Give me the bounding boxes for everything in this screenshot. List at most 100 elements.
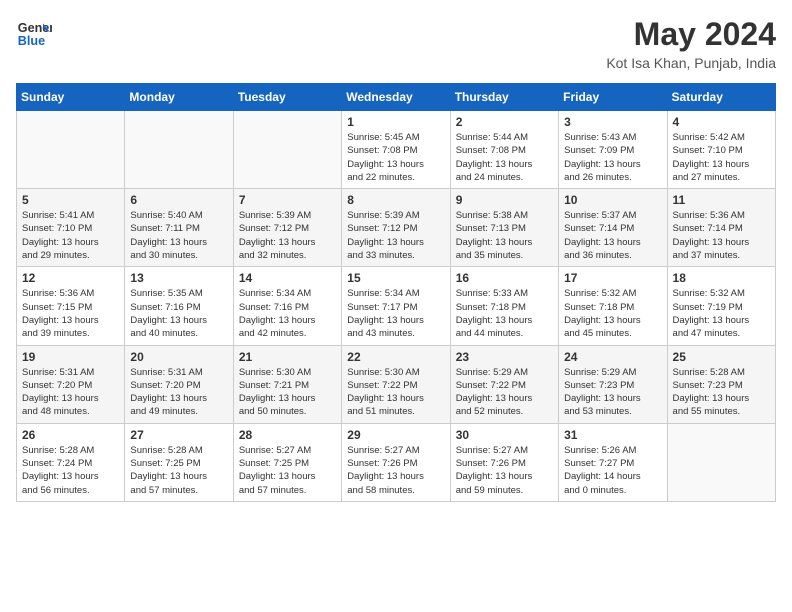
weekday-header: Monday: [125, 84, 233, 111]
day-number: 3: [564, 115, 661, 129]
day-info: Sunrise: 5:45 AM Sunset: 7:08 PM Dayligh…: [347, 131, 444, 184]
day-number: 18: [673, 271, 770, 285]
day-number: 20: [130, 350, 227, 364]
day-info: Sunrise: 5:34 AM Sunset: 7:17 PM Dayligh…: [347, 287, 444, 340]
day-number: 1: [347, 115, 444, 129]
day-cell: 27Sunrise: 5:28 AM Sunset: 7:25 PM Dayli…: [125, 423, 233, 501]
day-info: Sunrise: 5:32 AM Sunset: 7:18 PM Dayligh…: [564, 287, 661, 340]
day-cell: 25Sunrise: 5:28 AM Sunset: 7:23 PM Dayli…: [667, 345, 775, 423]
day-info: Sunrise: 5:31 AM Sunset: 7:20 PM Dayligh…: [22, 366, 119, 419]
weekday-header: Tuesday: [233, 84, 341, 111]
weekday-header-row: SundayMondayTuesdayWednesdayThursdayFrid…: [17, 84, 776, 111]
day-cell: 13 Sunrise: 5:35 AM Sunset: 7:16 PM Dayli…: [125, 267, 233, 345]
day-cell: 1 Sunrise: 5:45 AM Sunset: 7:08 PM Daylig…: [342, 111, 450, 189]
day-number: 10: [564, 193, 661, 207]
month-title: May 2024: [606, 16, 776, 53]
day-info: Sunrise: 5:28 AM Sunset: 7:23 PM Dayligh…: [673, 366, 770, 419]
day-cell: 14 Sunrise: 5:34 AM Sunset: 7:16 PM Dayli…: [233, 267, 341, 345]
day-info: Sunrise: 5:28 AM Sunset: 7:24 PM Dayligh…: [22, 444, 119, 497]
day-cell: 29Sunrise: 5:27 AM Sunset: 7:26 PM Dayli…: [342, 423, 450, 501]
day-cell: 16 Sunrise: 5:33 AM Sunset: 7:18 PM Dayli…: [450, 267, 558, 345]
day-cell: 6 Sunrise: 5:40 AM Sunset: 7:11 PM Daylig…: [125, 189, 233, 267]
day-number: 26: [22, 428, 119, 442]
day-cell: 22 Sunrise: 5:30 AM Sunset: 7:22 PM Dayli…: [342, 345, 450, 423]
day-number: 30: [456, 428, 553, 442]
day-number: 31: [564, 428, 661, 442]
logo-icon: General Blue: [16, 16, 52, 52]
header: General Blue May 2024 Kot Isa Khan, Punj…: [16, 16, 776, 71]
week-row: 1 Sunrise: 5:45 AM Sunset: 7:08 PM Daylig…: [17, 111, 776, 189]
day-info: Sunrise: 5:35 AM Sunset: 7:16 PM Dayligh…: [130, 287, 227, 340]
day-info: Sunrise: 5:30 AM Sunset: 7:21 PM Dayligh…: [239, 366, 336, 419]
day-info: Sunrise: 5:37 AM Sunset: 7:14 PM Dayligh…: [564, 209, 661, 262]
day-cell: 21Sunrise: 5:30 AM Sunset: 7:21 PM Dayli…: [233, 345, 341, 423]
day-info: Sunrise: 5:41 AM Sunset: 7:10 PM Dayligh…: [22, 209, 119, 262]
logo: General Blue: [16, 16, 52, 52]
day-cell: 19 Sunrise: 5:31 AM Sunset: 7:20 PM Dayli…: [17, 345, 125, 423]
day-number: 22: [347, 350, 444, 364]
week-row: 5 Sunrise: 5:41 AM Sunset: 7:10 PM Daylig…: [17, 189, 776, 267]
day-cell: 9Sunrise: 5:38 AM Sunset: 7:13 PM Daylig…: [450, 189, 558, 267]
day-number: 12: [22, 271, 119, 285]
day-cell: 7 Sunrise: 5:39 AM Sunset: 7:12 PM Daylig…: [233, 189, 341, 267]
calendar: SundayMondayTuesdayWednesdayThursdayFrid…: [16, 83, 776, 502]
day-number: 11: [673, 193, 770, 207]
day-info: Sunrise: 5:34 AM Sunset: 7:16 PM Dayligh…: [239, 287, 336, 340]
day-cell: [17, 111, 125, 189]
day-info: Sunrise: 5:31 AM Sunset: 7:20 PM Dayligh…: [130, 366, 227, 419]
day-cell: 10 Sunrise: 5:37 AM Sunset: 7:14 PM Dayli…: [559, 189, 667, 267]
day-cell: 17Sunrise: 5:32 AM Sunset: 7:18 PM Dayli…: [559, 267, 667, 345]
day-info: Sunrise: 5:42 AM Sunset: 7:10 PM Dayligh…: [673, 131, 770, 184]
day-info: Sunrise: 5:36 AM Sunset: 7:14 PM Dayligh…: [673, 209, 770, 262]
day-cell: 28Sunrise: 5:27 AM Sunset: 7:25 PM Dayli…: [233, 423, 341, 501]
week-row: 12Sunrise: 5:36 AM Sunset: 7:15 PM Dayli…: [17, 267, 776, 345]
day-info: Sunrise: 5:29 AM Sunset: 7:23 PM Dayligh…: [564, 366, 661, 419]
day-info: Sunrise: 5:29 AM Sunset: 7:22 PM Dayligh…: [456, 366, 553, 419]
day-number: 19: [22, 350, 119, 364]
day-cell: 20 Sunrise: 5:31 AM Sunset: 7:20 PM Dayli…: [125, 345, 233, 423]
day-number: 5: [22, 193, 119, 207]
day-cell: 5 Sunrise: 5:41 AM Sunset: 7:10 PM Daylig…: [17, 189, 125, 267]
day-info: Sunrise: 5:33 AM Sunset: 7:18 PM Dayligh…: [456, 287, 553, 340]
day-cell: 31Sunrise: 5:26 AM Sunset: 7:27 PM Dayli…: [559, 423, 667, 501]
day-number: 24: [564, 350, 661, 364]
title-area: May 2024 Kot Isa Khan, Punjab, India: [606, 16, 776, 71]
day-cell: 30 Sunrise: 5:27 AM Sunset: 7:26 PM Dayli…: [450, 423, 558, 501]
day-number: 2: [456, 115, 553, 129]
day-number: 6: [130, 193, 227, 207]
svg-text:Blue: Blue: [18, 34, 45, 48]
day-cell: 11 Sunrise: 5:36 AM Sunset: 7:14 PM Dayli…: [667, 189, 775, 267]
day-info: Sunrise: 5:43 AM Sunset: 7:09 PM Dayligh…: [564, 131, 661, 184]
week-row: 26 Sunrise: 5:28 AM Sunset: 7:24 PM Dayli…: [17, 423, 776, 501]
day-info: Sunrise: 5:30 AM Sunset: 7:22 PM Dayligh…: [347, 366, 444, 419]
day-number: 16: [456, 271, 553, 285]
day-cell: 3 Sunrise: 5:43 AM Sunset: 7:09 PM Daylig…: [559, 111, 667, 189]
day-cell: [233, 111, 341, 189]
day-info: Sunrise: 5:27 AM Sunset: 7:26 PM Dayligh…: [456, 444, 553, 497]
location: Kot Isa Khan, Punjab, India: [606, 55, 776, 71]
day-info: Sunrise: 5:40 AM Sunset: 7:11 PM Dayligh…: [130, 209, 227, 262]
day-number: 15: [347, 271, 444, 285]
day-cell: 18 Sunrise: 5:32 AM Sunset: 7:19 PM Dayli…: [667, 267, 775, 345]
day-cell: 8Sunrise: 5:39 AM Sunset: 7:12 PM Daylig…: [342, 189, 450, 267]
day-number: 9: [456, 193, 553, 207]
day-cell: 2 Sunrise: 5:44 AM Sunset: 7:08 PM Daylig…: [450, 111, 558, 189]
day-cell: 24 Sunrise: 5:29 AM Sunset: 7:23 PM Dayli…: [559, 345, 667, 423]
day-number: 4: [673, 115, 770, 129]
day-number: 13: [130, 271, 227, 285]
day-number: 14: [239, 271, 336, 285]
day-number: 29: [347, 428, 444, 442]
day-info: Sunrise: 5:39 AM Sunset: 7:12 PM Dayligh…: [347, 209, 444, 262]
weekday-header: Thursday: [450, 84, 558, 111]
day-number: 7: [239, 193, 336, 207]
day-cell: 23 Sunrise: 5:29 AM Sunset: 7:22 PM Dayli…: [450, 345, 558, 423]
day-cell: 4 Sunrise: 5:42 AM Sunset: 7:10 PM Daylig…: [667, 111, 775, 189]
day-info: Sunrise: 5:32 AM Sunset: 7:19 PM Dayligh…: [673, 287, 770, 340]
weekday-header: Wednesday: [342, 84, 450, 111]
day-info: Sunrise: 5:39 AM Sunset: 7:12 PM Dayligh…: [239, 209, 336, 262]
day-cell: [667, 423, 775, 501]
day-info: Sunrise: 5:44 AM Sunset: 7:08 PM Dayligh…: [456, 131, 553, 184]
day-number: 23: [456, 350, 553, 364]
day-number: 27: [130, 428, 227, 442]
day-cell: [125, 111, 233, 189]
